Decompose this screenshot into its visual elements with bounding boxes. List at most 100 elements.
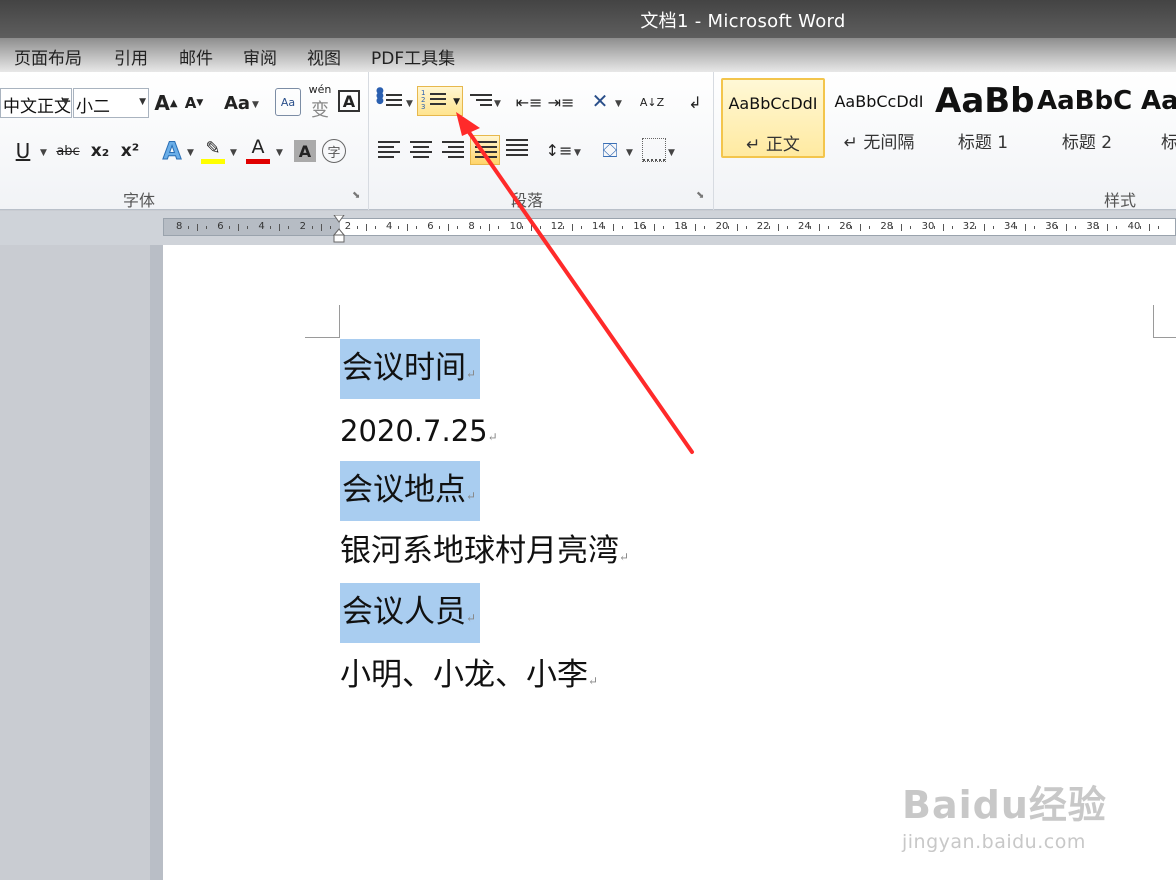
borders-button[interactable]	[642, 138, 666, 162]
ruler-number: 6	[217, 221, 224, 232]
increase-indent-button[interactable]: ⇥≡	[548, 90, 575, 114]
ruler-tick	[229, 226, 231, 229]
decrease-indent-button[interactable]: ⇤≡	[515, 90, 543, 114]
tab-references[interactable]: 引用	[114, 44, 148, 69]
paragraph-text: 小明、小龙、小李	[340, 657, 588, 693]
text-effect-button[interactable]: A	[158, 136, 186, 166]
style-normal[interactable]: AaBbCcDdI ↵ 正文	[721, 78, 825, 158]
chevron-down-icon: ▼	[406, 99, 413, 109]
character-border-button[interactable]: A	[338, 90, 360, 112]
multilevel-list-button[interactable]	[466, 90, 494, 114]
font-name-combo[interactable]: 中文正文 ▼	[0, 88, 72, 118]
document-paragraph[interactable]: 2020.7.25↵	[340, 416, 498, 447]
chinese-layout-button[interactable]: ✕	[586, 88, 614, 114]
align-center-button[interactable]	[408, 138, 434, 162]
shading-button[interactable]: ⛋	[596, 136, 624, 164]
style-name: 标题 2	[1061, 133, 1113, 153]
show-hide-marks-button[interactable]: ↲	[684, 90, 706, 114]
ruler-tick	[571, 224, 573, 231]
document-paragraph[interactable]: 会议地点↵	[340, 461, 481, 521]
change-case-button[interactable]: Aa	[222, 90, 252, 116]
style-heading-1[interactable]: AaBb 标题 1	[931, 78, 1035, 158]
align-right-icon	[442, 141, 464, 161]
ruler-tick	[892, 226, 894, 229]
font-color-icon: A	[251, 136, 265, 158]
tab-review[interactable]: 审阅	[243, 44, 277, 69]
paragraph-dialog-launcher[interactable]: ⬊	[696, 190, 704, 201]
style-heading-2[interactable]: AaBbC 标题 2	[1035, 78, 1139, 158]
document-paragraph[interactable]: 小明、小龙、小李↵	[340, 660, 598, 691]
distributed-button[interactable]	[504, 135, 530, 163]
font-name-value: 中文正文	[3, 97, 71, 117]
shrink-font-button[interactable]: A ▼	[182, 90, 206, 116]
ruler-tick	[1075, 226, 1077, 229]
style-no-spacing[interactable]: AaBbCcDdI ↵ 无间隔	[827, 78, 931, 158]
style-name: ↵ 无间隔	[843, 133, 915, 153]
horizontal-ruler[interactable]: 8 6 4 2 2 4 6 8 10 12 14 16 18 20 22 24 26 28 30 32 34 36 38 40	[163, 218, 1176, 236]
clear-formatting-button[interactable]: Aa	[275, 88, 301, 116]
style-title[interactable]: Aa 标	[1139, 78, 1176, 158]
indent-marker[interactable]	[333, 215, 345, 243]
align-left-button[interactable]	[376, 138, 402, 162]
align-right-button[interactable]	[440, 138, 466, 162]
strikethrough-button[interactable]: abc	[54, 138, 82, 164]
justify-button[interactable]	[470, 135, 500, 165]
style-preview: AaBbCcDdI	[834, 91, 924, 111]
ruler-number: 14	[592, 221, 605, 232]
ruler-tick	[695, 224, 697, 231]
ruler-tick	[270, 226, 272, 229]
enclose-characters-button[interactable]: 字	[322, 139, 346, 163]
change-case-icon: Aa	[223, 92, 251, 114]
ruler-number: 36	[1045, 221, 1058, 232]
ruler-tick	[365, 224, 367, 231]
chevron-down-icon: ▼	[40, 148, 47, 158]
bullets-button[interactable]: ● ● ●	[376, 87, 404, 114]
subscript-button[interactable]: x₂	[88, 138, 112, 164]
subscript-icon: x₂	[90, 141, 110, 161]
highlight-color-button[interactable]: ✎	[200, 136, 226, 166]
document-paragraph[interactable]: 会议时间↵	[340, 339, 481, 399]
font-size-combo[interactable]: 小二 ▼	[73, 88, 149, 118]
ruler-tick	[197, 224, 198, 231]
ruler-tick	[727, 226, 729, 229]
line-spacing-button[interactable]: ↕≡	[546, 138, 573, 162]
ruler-tick	[356, 226, 358, 229]
tab-page-layout[interactable]: 页面布局	[14, 44, 82, 69]
chevron-down-icon: ▼	[494, 99, 501, 109]
ruler-tick	[1016, 226, 1017, 229]
ruler-tick	[819, 224, 820, 231]
ruler-number: 18	[674, 221, 688, 232]
font-color-swatch	[246, 159, 270, 164]
tab-view[interactable]: 视图	[307, 44, 341, 69]
ruler-tick	[311, 226, 313, 229]
ruler-tick	[901, 224, 903, 231]
sort-button[interactable]: A↓Z	[640, 88, 664, 116]
tab-pdf-tools[interactable]: PDF工具集	[371, 44, 455, 69]
chinese-layout-icon: ✕	[591, 89, 609, 113]
paragraph-text: 银河系地球村月亮湾	[340, 533, 619, 569]
document-paragraph[interactable]: 银河系地球村月亮湾↵	[340, 536, 629, 567]
font-dialog-launcher[interactable]: ⬊	[352, 190, 360, 201]
ruler-tick	[654, 224, 656, 231]
grow-font-button[interactable]: A ▲	[154, 90, 178, 116]
numbering-button[interactable]: 123 ▼	[417, 86, 463, 116]
ruler-tick	[768, 226, 770, 229]
decrease-indent-icon: ⇤≡	[515, 92, 543, 112]
style-preview: AaBbC	[1037, 86, 1133, 116]
ruler-tick	[828, 226, 829, 229]
document-paragraph[interactable]: 会议人员↵	[340, 583, 481, 643]
ruler-tick	[983, 224, 985, 231]
tab-mailings[interactable]: 邮件	[179, 44, 213, 69]
character-shading-button[interactable]: A	[294, 140, 316, 162]
underline-icon: U	[15, 139, 31, 163]
ruler-tick	[279, 224, 281, 231]
font-color-button[interactable]: A	[245, 136, 271, 166]
ruler-tick	[1107, 224, 1109, 231]
superscript-button[interactable]: x²	[118, 138, 142, 164]
ruler-tick	[951, 226, 953, 229]
ruler-number: 34	[1004, 221, 1017, 232]
underline-button[interactable]: U	[10, 138, 36, 164]
phonetic-guide-button[interactable]: wén 变	[306, 83, 334, 121]
style-name: 标题 1	[957, 133, 1009, 153]
shrink-font-icon: A	[184, 94, 197, 112]
